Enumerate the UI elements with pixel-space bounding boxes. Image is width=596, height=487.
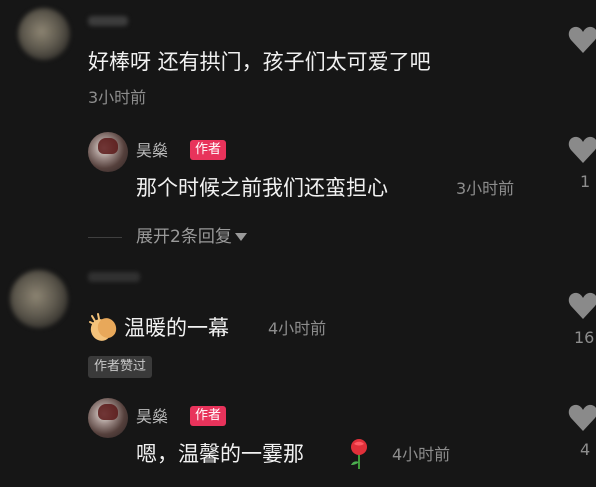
reply-username[interactable]: 昊燊 xyxy=(136,406,168,428)
rose-emoji xyxy=(346,438,372,470)
reply-username[interactable]: 昊燊 xyxy=(136,140,168,162)
reply-text: 那个时候之前我们还蛮担心 xyxy=(136,176,388,200)
clapping-hands-emoji xyxy=(88,312,120,342)
like-count: 4 xyxy=(580,440,591,459)
like-count: 1 xyxy=(580,172,591,191)
expand-replies-label: 展开2条回复 xyxy=(136,227,232,247)
commenter-avatar[interactable] xyxy=(10,270,68,328)
author-avatar[interactable] xyxy=(88,398,128,438)
heart-icon[interactable] xyxy=(568,292,596,320)
heart-icon[interactable] xyxy=(568,26,596,54)
comment-text: 好棒呀 还有拱门，孩子们太可爱了吧 xyxy=(88,50,431,74)
commenter-username[interactable] xyxy=(88,16,128,26)
author-avatar[interactable] xyxy=(88,132,128,172)
expand-replies-button[interactable]: 展开2条回复 xyxy=(136,226,247,248)
author-badge: 作者 xyxy=(190,406,227,426)
comment-timestamp: 4小时前 xyxy=(268,319,327,338)
heart-icon[interactable] xyxy=(568,404,596,432)
heart-icon[interactable] xyxy=(568,136,596,164)
caret-down-icon xyxy=(234,233,247,241)
comment-text: 温暖的一幕 xyxy=(124,316,229,340)
reply-timestamp: 3小时前 xyxy=(456,179,515,198)
reply-text: 嗯，温馨的一霎那 xyxy=(136,442,304,466)
author-liked-badge: 作者赞过 xyxy=(88,356,153,378)
like-count: 16 xyxy=(574,328,595,347)
expand-divider xyxy=(88,237,122,238)
commenter-username[interactable] xyxy=(88,272,140,282)
comment-timestamp: 3小时前 xyxy=(88,88,147,107)
author-badge: 作者 xyxy=(190,140,227,160)
reply-timestamp: 4小时前 xyxy=(392,445,451,464)
commenter-avatar[interactable] xyxy=(18,8,70,60)
